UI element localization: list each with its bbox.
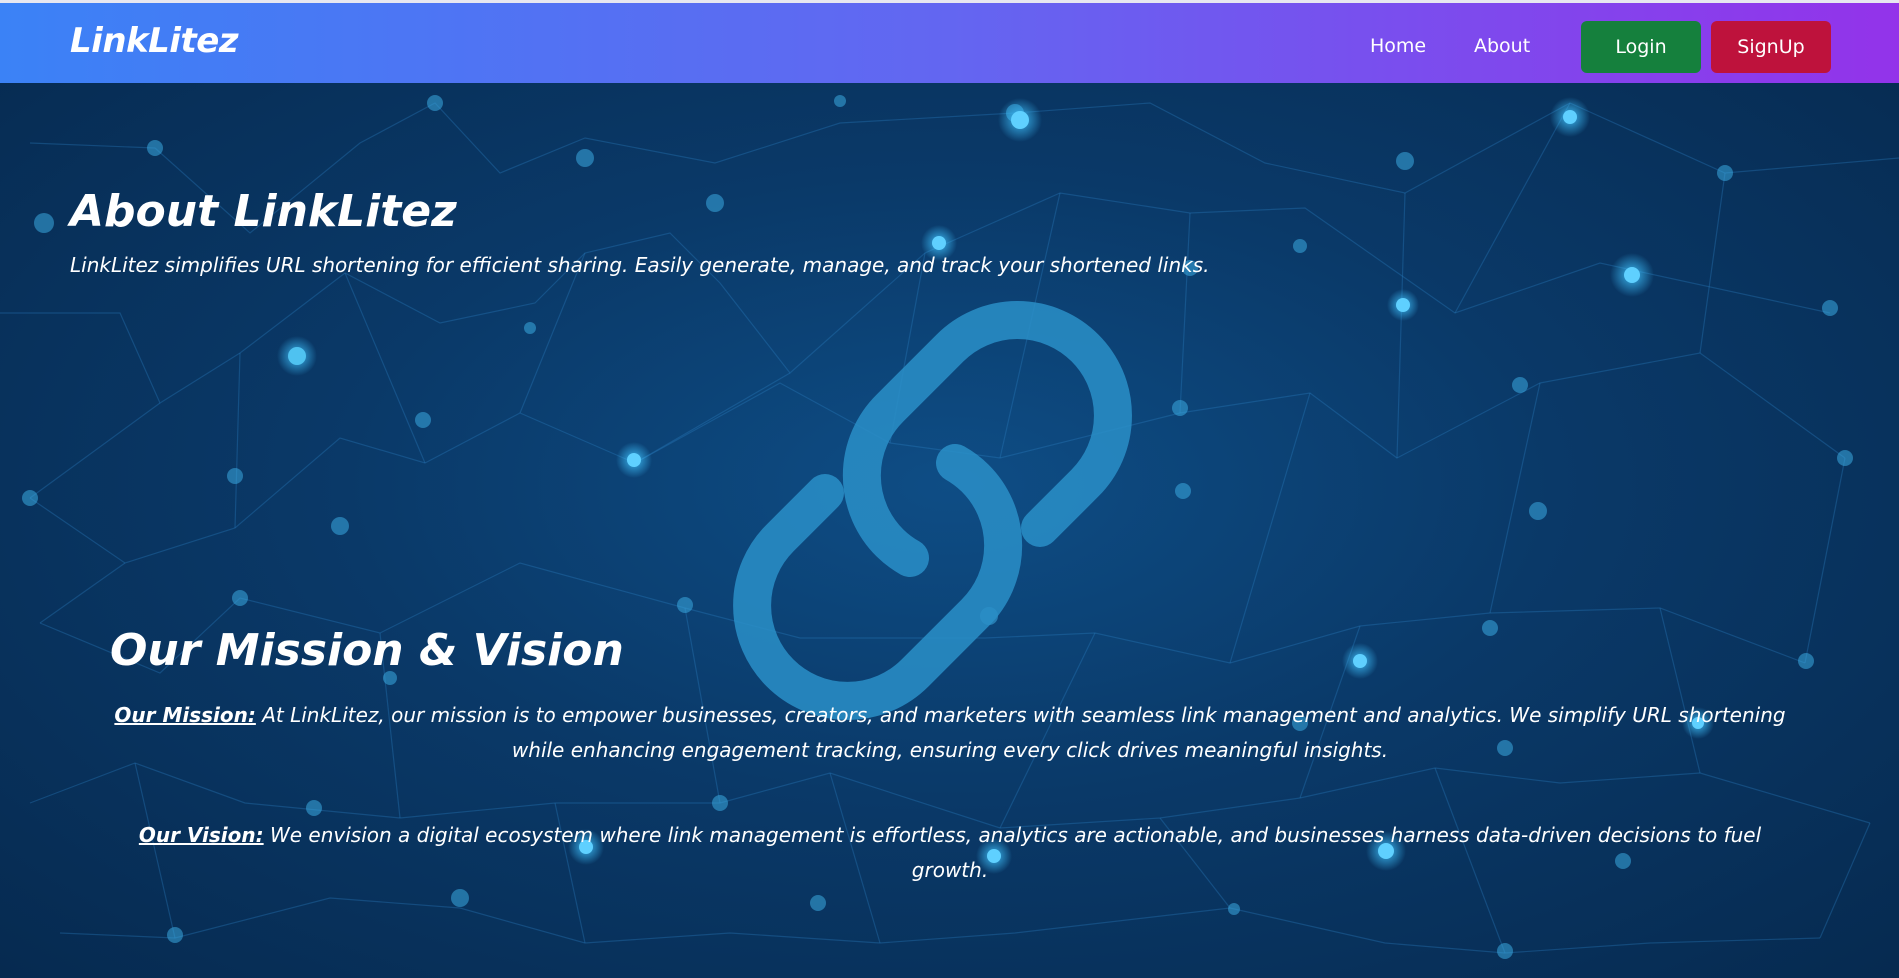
- mission-vision-title: Our Mission & Vision: [110, 625, 624, 676]
- mission-text: At LinkLitez, our mission is to empower …: [255, 703, 1786, 762]
- nav-about-link[interactable]: About: [1474, 35, 1530, 57]
- vision-paragraph: Our Vision: We envision a digital ecosys…: [110, 818, 1790, 888]
- login-button[interactable]: Login: [1581, 21, 1701, 73]
- about-description: LinkLitez simplifies URL shortening for …: [70, 253, 1210, 277]
- brand-logo[interactable]: LinkLitez: [70, 21, 239, 61]
- nav-home-link[interactable]: Home: [1370, 35, 1426, 57]
- signup-button[interactable]: SignUp: [1711, 21, 1831, 73]
- mission-paragraph: Our Mission: At LinkLitez, our mission i…: [110, 698, 1790, 768]
- vision-label: Our Vision:: [138, 823, 264, 847]
- vision-text: We envision a digital ecosystem where li…: [263, 823, 1762, 882]
- navbar: LinkLitez Home About Login SignUp: [0, 0, 1899, 83]
- mission-label: Our Mission:: [114, 703, 256, 727]
- chain-link-icon: [733, 301, 1132, 720]
- hero-section: About LinkLitez LinkLitez simplifies URL…: [0, 83, 1899, 978]
- about-title: About LinkLitez: [70, 186, 457, 237]
